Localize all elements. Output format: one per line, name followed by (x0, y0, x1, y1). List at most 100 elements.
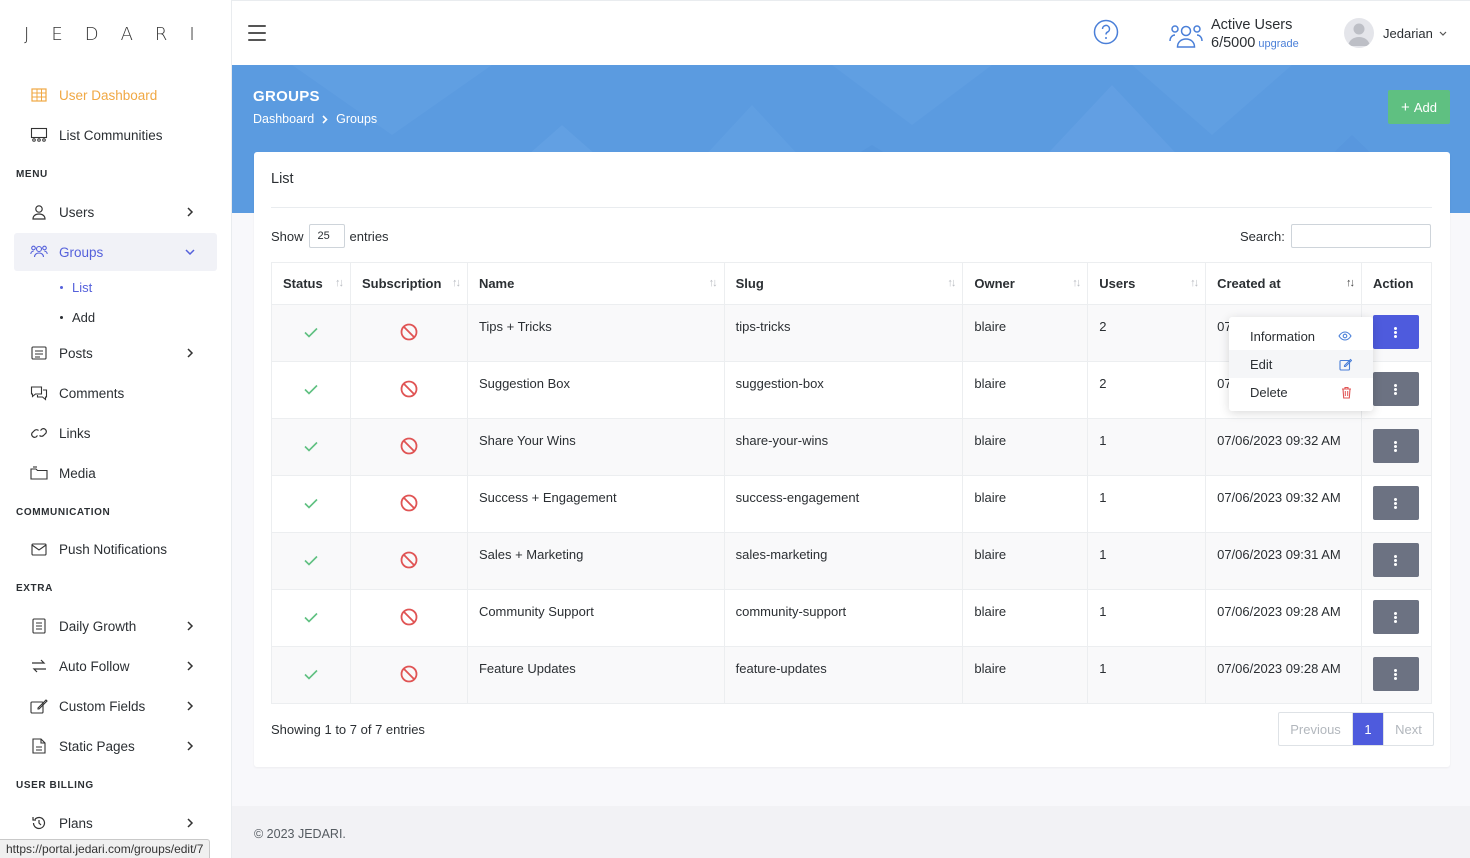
owner-cell: blaire (962, 361, 1089, 419)
plus-icon: + (1401, 98, 1410, 116)
dropdown-item-edit[interactable]: Edit (1229, 350, 1373, 378)
ban-icon (400, 437, 418, 458)
status-cell (271, 361, 351, 419)
sidebar-item-plans[interactable]: Plans (14, 804, 217, 842)
sidebar-item-user-dashboard[interactable]: User Dashboard (14, 76, 217, 114)
sidebar-item-push-notifications[interactable]: Push Notifications (14, 530, 217, 568)
dropdown-item-delete[interactable]: Delete (1229, 378, 1373, 406)
column-header-owner[interactable]: Owner ↑↓ (962, 262, 1089, 305)
owner-cell: blaire (962, 532, 1089, 590)
top-header: Active Users 6/5000 upgrade Jedarian (232, 0, 1470, 65)
column-label: Action (1372, 276, 1414, 291)
section-title-communication: COMMUNICATION (16, 507, 111, 518)
sidebar-item-static-pages[interactable]: Static Pages (14, 727, 217, 765)
dropdown-item-information[interactable]: Information (1229, 322, 1373, 350)
pagination-page-1[interactable]: 1 (1353, 713, 1383, 745)
name-cell: Community Support (466, 589, 725, 647)
column-header-users[interactable]: Users ↑↓ (1087, 262, 1207, 305)
slug-cell: sales-marketing (723, 532, 964, 590)
sort-icon: ↑↓ (451, 277, 461, 289)
column-header-status[interactable]: Status ↑↓ (271, 262, 351, 305)
slug-cell: community-support (723, 589, 964, 647)
document-icon (30, 737, 48, 755)
sidebar-item-links[interactable]: Links (14, 414, 217, 452)
column-header-action: Action (1360, 262, 1433, 305)
row-actions-button[interactable] (1372, 600, 1419, 634)
sort-icon: ↑↓ (947, 277, 956, 289)
column-label: Users (1099, 276, 1136, 291)
sidebar-item-list-communities[interactable]: List Communities (14, 116, 217, 154)
table-row: Feature Updates feature-updates blaire 1 07/… (271, 646, 1433, 704)
pagination-previous[interactable]: Previous (1279, 713, 1353, 745)
chevron-right-icon (183, 205, 197, 219)
posts-icon (30, 344, 48, 362)
sidebar-item-custom-fields[interactable]: Custom Fields (14, 687, 217, 725)
column-label: Slug (735, 276, 764, 291)
upgrade-link[interactable]: upgrade (1258, 38, 1298, 50)
sidebar-item-label: Custom Fields (59, 698, 146, 714)
row-actions-button[interactable] (1372, 429, 1419, 463)
logo-letter: J (24, 24, 32, 45)
sort-icon: ↑↓ (1072, 277, 1081, 289)
subscription-cell (349, 475, 468, 533)
sidebar-subitem-groups-list[interactable]: List (60, 280, 92, 295)
subscription-cell (349, 646, 468, 704)
breadcrumb-groups: Groups (336, 112, 378, 126)
chevron-down-icon (1439, 31, 1447, 36)
slug-cell: success-engagement (723, 475, 964, 533)
row-actions-button[interactable] (1372, 543, 1419, 577)
row-actions-button[interactable] (1372, 372, 1419, 406)
users-group-icon (30, 243, 48, 261)
avatar[interactable] (1344, 18, 1374, 48)
active-users-value: 6/5000 upgrade (1211, 35, 1299, 51)
sidebar-item-label: User Dashboard (59, 87, 158, 103)
owner-cell: blaire (962, 646, 1089, 704)
row-actions-button[interactable] (1372, 657, 1419, 691)
sidebar-item-media[interactable]: Media (14, 454, 217, 492)
action-cell (1360, 532, 1433, 590)
created-at-cell: 07/06/2023 09:32 AM (1205, 475, 1362, 533)
users-cell: 2 (1087, 361, 1207, 419)
column-header-subscription[interactable]: Subscription ↑↓ (349, 262, 468, 305)
chevron-down-icon (183, 245, 197, 259)
entries-select[interactable]: 25 (308, 224, 345, 248)
groups-list-card: List Show 25 entries Search: Status ↑↓ Su… (254, 152, 1450, 767)
column-header-name[interactable]: Name ↑↓ (466, 262, 725, 305)
action-cell (1360, 589, 1433, 647)
sidebar-item-groups[interactable]: Groups (14, 233, 217, 271)
subscription-cell (349, 418, 468, 476)
sidebar-item-daily-growth[interactable]: Daily Growth (14, 607, 217, 645)
sort-desc-icon: ↑↓ (1345, 277, 1355, 289)
sidebar-item-users[interactable]: Users (14, 193, 217, 231)
search-input[interactable] (1290, 224, 1431, 248)
sort-icon: ↑↓ (1190, 277, 1199, 289)
users-cell: 2 (1087, 304, 1207, 362)
column-header-created-at[interactable]: Created at ↑↓ (1205, 262, 1362, 305)
row-actions-button[interactable] (1372, 315, 1419, 349)
column-header-slug[interactable]: Slug ↑↓ (723, 262, 964, 305)
page-title: GROUPS (253, 88, 320, 105)
sidebar-item-posts[interactable]: Posts (14, 334, 217, 372)
breadcrumb-dashboard[interactable]: Dashboard (253, 112, 314, 126)
name-cell: Success + Engagement (466, 475, 725, 533)
ban-icon (400, 494, 418, 515)
sidebar-subitem-groups-add[interactable]: Add (60, 310, 95, 325)
user-menu[interactable]: Jedarian (1383, 26, 1447, 41)
browser-status-url: https://portal.jedari.com/groups/edit/7 (0, 839, 211, 858)
owner-cell: blaire (962, 589, 1089, 647)
hamburger-menu-icon[interactable] (248, 25, 266, 41)
sidebar-item-label: Users (59, 204, 95, 220)
media-folder-icon (30, 464, 48, 482)
sidebar-item-comments[interactable]: Comments (14, 374, 217, 412)
sidebar-item-auto-follow[interactable]: Auto Follow (14, 647, 217, 685)
sidebar-item-label: Links (59, 425, 91, 441)
action-cell (1360, 418, 1433, 476)
showing-entries-text: Showing 1 to 7 of 7 entries (271, 722, 425, 737)
name-cell: Share Your Wins (466, 418, 725, 476)
help-icon[interactable] (1093, 19, 1119, 45)
jedari-logo[interactable]: J E D A R I (24, 24, 197, 45)
sidebar-item-label: List Communities (59, 127, 163, 143)
add-group-button[interactable]: + Add (1388, 90, 1450, 124)
row-actions-button[interactable] (1372, 486, 1419, 520)
pagination-next[interactable]: Next (1383, 713, 1433, 745)
